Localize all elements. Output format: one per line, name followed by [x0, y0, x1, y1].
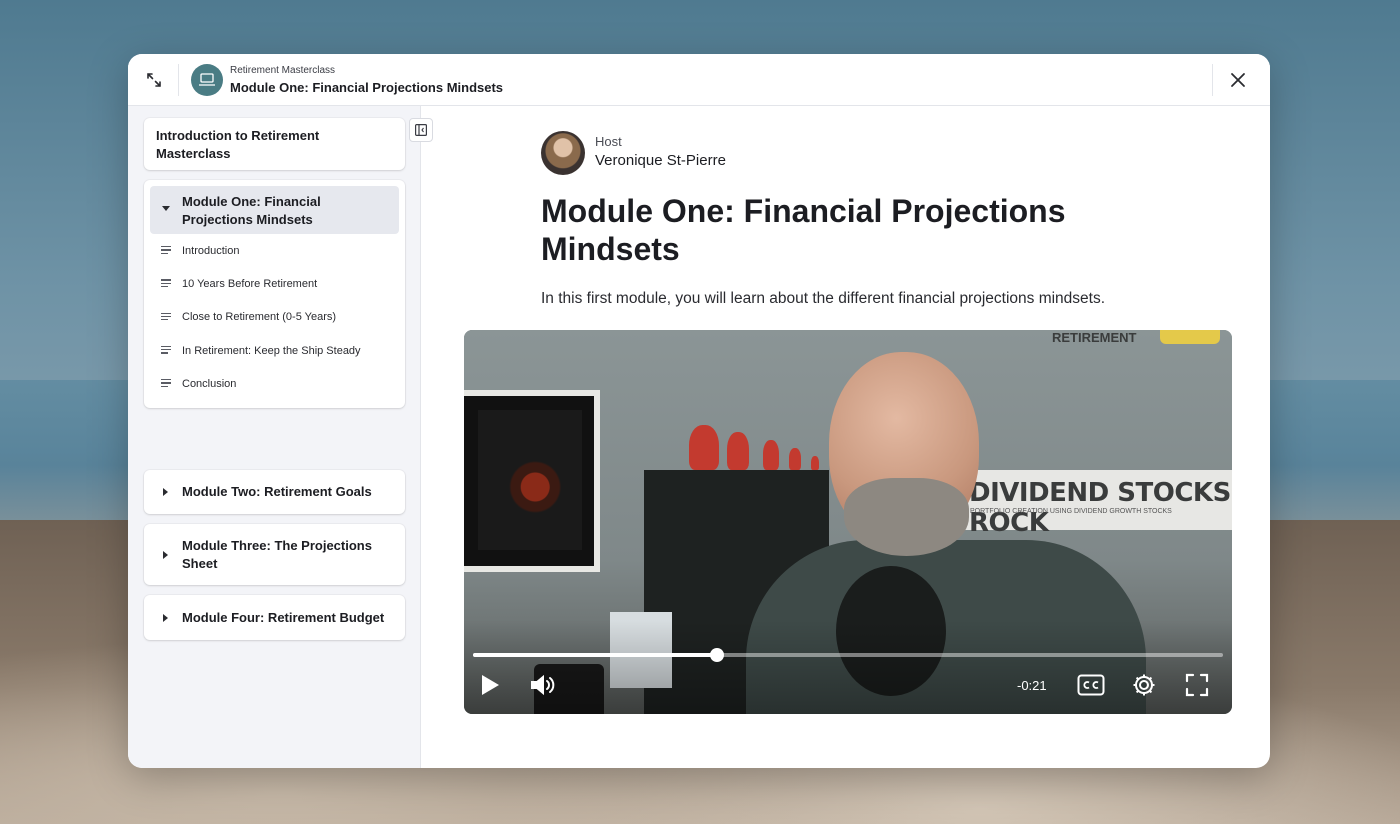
video-brand-logo	[1160, 330, 1220, 344]
host-label: Host	[595, 134, 622, 149]
caret-down-icon	[162, 206, 170, 211]
module-four-title: Module Four: Retirement Budget	[182, 609, 385, 625]
lesson-label: Conclusion	[182, 377, 237, 390]
video-progress-handle[interactable]	[709, 648, 724, 662]
lesson-item[interactable]: Introduction	[150, 234, 399, 267]
header-divider	[1212, 64, 1213, 96]
lesson-item[interactable]: Conclusion	[150, 367, 399, 400]
volume-button[interactable]	[526, 669, 560, 701]
host-avatar	[541, 131, 585, 175]
time-remaining: -0:21	[1017, 677, 1047, 693]
play-button[interactable]	[474, 669, 506, 701]
video-sign-subtext: PORTFOLIO CREATION USING DIVIDEND GROWTH…	[970, 508, 1172, 515]
fullscreen-button[interactable]	[1181, 669, 1213, 701]
sidebar-module-two[interactable]: Module Two: Retirement Goals	[144, 470, 405, 514]
lesson-item[interactable]: In Retirement: Keep the Ship Steady	[150, 334, 399, 367]
lesson-item[interactable]: Close to Retirement (0-5 Years)	[150, 301, 399, 334]
text-lines-icon	[161, 279, 171, 288]
lesson-label: Close to Retirement (0-5 Years)	[182, 311, 337, 324]
gear-icon	[1133, 674, 1155, 696]
text-lines-icon	[161, 246, 171, 254]
caret-right-icon	[163, 488, 168, 496]
cc-icon	[1077, 674, 1105, 696]
header-divider	[178, 64, 179, 96]
lesson-label: In Retirement: Keep the Ship Steady	[182, 344, 361, 357]
video-progress-fill	[473, 653, 717, 657]
sidebar-module-three[interactable]: Module Three: The Projections Sheet	[144, 524, 405, 585]
sidebar-item-intro[interactable]: Introduction to Retirement Masterclass	[144, 118, 405, 170]
fullscreen-icon	[1185, 673, 1209, 697]
video-brand-text: RETIREMENT	[1052, 330, 1137, 345]
play-icon	[482, 675, 499, 695]
sidebar-module-four[interactable]: Module Four: Retirement Budget	[144, 595, 405, 640]
main-content: Host Veronique St-Pierre Module One: Fin…	[421, 106, 1270, 768]
close-button[interactable]	[1224, 66, 1252, 94]
module-two-title: Module Two: Retirement Goals	[182, 484, 372, 499]
expand-icon	[147, 73, 161, 87]
host-name: Veronique St-Pierre	[595, 152, 726, 169]
captions-button[interactable]	[1074, 669, 1108, 701]
video-presenter-beard	[844, 478, 969, 556]
video-nesting-dolls	[689, 425, 829, 470]
caret-right-icon	[163, 550, 168, 559]
module-three-title: Module Three: The Projections Sheet	[182, 537, 372, 571]
lesson-item[interactable]: 10 Years Before Retirement	[150, 267, 399, 300]
page-title: Module One: Financial Projections Mindse…	[541, 193, 1066, 267]
course-outline-sidebar: Introduction to Retirement Masterclass M…	[128, 106, 421, 768]
lesson-label: 10 Years Before Retirement	[182, 277, 318, 290]
lesson-label: Introduction	[182, 244, 240, 257]
expand-button[interactable]	[140, 66, 168, 94]
video-wall-picture	[464, 390, 600, 572]
settings-button[interactable]	[1128, 669, 1160, 701]
current-module-title: Module One: Financial Projections Mindse…	[230, 80, 504, 95]
module-description: In this first module, you will learn abo…	[541, 290, 1106, 307]
close-icon	[1231, 73, 1245, 87]
modal-header: Retirement Masterclass Module One: Finan…	[128, 54, 1270, 106]
module-one-title: Module One: Financial Projections Mindse…	[182, 194, 321, 227]
course-name: Retirement Masterclass	[230, 65, 336, 76]
text-lines-icon	[161, 379, 171, 388]
course-logo	[191, 64, 223, 96]
video-progress-bar[interactable]	[473, 648, 1223, 662]
video-controls-gradient	[464, 620, 1232, 714]
text-lines-icon	[161, 312, 171, 321]
course-modal: Retirement Masterclass Module One: Finan…	[128, 54, 1270, 768]
video-player[interactable]: DIVIDEND STOCKS ROCK PORTFOLIO CREATION …	[464, 330, 1232, 714]
volume-icon	[531, 674, 555, 696]
sidebar-module-one: Module One: Financial Projections Mindse…	[144, 180, 405, 408]
module-one-header[interactable]: Module One: Financial Projections Mindse…	[150, 186, 399, 234]
laptop-icon	[199, 73, 215, 86]
caret-right-icon	[163, 613, 168, 622]
text-lines-icon	[161, 345, 171, 354]
